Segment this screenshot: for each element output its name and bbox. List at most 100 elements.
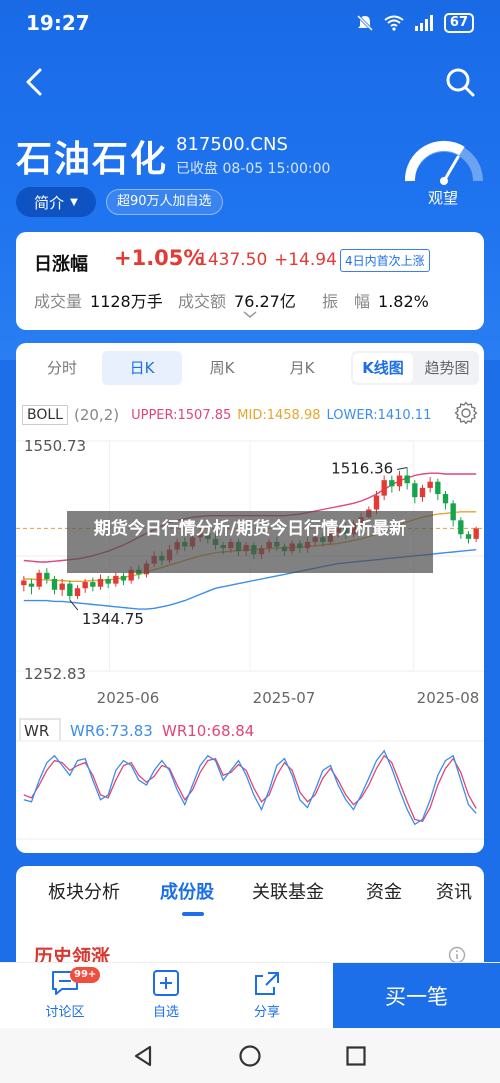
status-time: 19:27 xyxy=(26,11,90,35)
chart-card: 分时 日K 周K 月K K线图 趋势图 BOLL (20,2) UPPER:15… xyxy=(16,343,484,853)
low-annotation-leader xyxy=(69,599,79,611)
nav-home-icon[interactable] xyxy=(238,1044,262,1068)
intro-label: 简介 xyxy=(34,193,65,212)
wr-chart[interactable]: WR WR6:73.83 WR10:68.84 xyxy=(16,711,484,841)
candle xyxy=(44,572,50,579)
tab-constituents[interactable]: 成份股 xyxy=(160,878,214,904)
price-change: +14.94 xyxy=(274,250,337,270)
boll-params: (20,2) xyxy=(73,406,120,424)
candle xyxy=(458,520,464,535)
intro-button[interactable]: 简介 ▼ xyxy=(16,187,96,217)
candle xyxy=(435,481,441,495)
volume-stat: 成交量 1128万手 xyxy=(34,288,163,312)
wr-name: WR xyxy=(24,722,49,740)
change-percent: +1.05% xyxy=(114,246,205,270)
tab-related-funds[interactable]: 关联基金 xyxy=(252,878,324,904)
wifi-icon xyxy=(384,15,404,31)
active-tab-indicator xyxy=(182,912,204,916)
candle xyxy=(36,572,42,587)
candle xyxy=(404,475,410,484)
candle xyxy=(412,483,418,498)
close-time: 已收盘 08-05 15:00:00 xyxy=(176,161,331,177)
candle xyxy=(28,583,35,587)
high-annotation-leader xyxy=(397,467,408,471)
high-annotation: 1516.36 xyxy=(331,460,393,478)
turnover-value: 76.27亿 xyxy=(234,292,296,311)
tab-trend[interactable]: 趋势图 xyxy=(417,353,477,383)
unread-badge: 99+ xyxy=(70,967,101,983)
candle xyxy=(21,580,27,586)
discuss-label: 讨论区 xyxy=(45,1005,85,1020)
candle xyxy=(465,534,472,539)
stock-name: 石油石化 xyxy=(16,139,169,180)
tab-intraday[interactable]: 分时 xyxy=(22,351,102,385)
buy-button[interactable]: 买一笔 xyxy=(333,963,500,1029)
share-button[interactable]: 分享 xyxy=(232,969,302,1020)
chart-mode-toggle: K线图 趋势图 xyxy=(351,351,479,385)
system-nav-bar xyxy=(0,1028,500,1083)
sentiment-label: 观望 xyxy=(428,189,459,207)
tab-monthly-k[interactable]: 月K xyxy=(262,351,342,385)
tab-sector-analysis[interactable]: 板块分析 xyxy=(48,878,120,904)
rise-tag: 4日内首次上涨 xyxy=(340,249,430,272)
boll-mid: MID:1458.98 xyxy=(237,407,321,423)
status-bar: 19:27 67 xyxy=(0,0,500,46)
candle xyxy=(97,578,104,587)
expand-chevron-icon[interactable] xyxy=(242,310,258,320)
candle xyxy=(442,494,449,504)
watchlist-button[interactable]: 自选 xyxy=(131,969,201,1020)
x-tick-label: 2025-06 xyxy=(97,689,160,707)
candle xyxy=(74,588,81,596)
detail-tabs-card: 板块分析 成份股 关联基金 资金 资讯 历史领涨 xyxy=(16,866,484,968)
wr6-line xyxy=(23,749,477,826)
candle xyxy=(419,487,426,498)
candle xyxy=(396,475,403,487)
tab-capital[interactable]: 资金 xyxy=(366,878,402,904)
candle xyxy=(450,503,456,521)
nav-back-icon[interactable] xyxy=(132,1044,156,1068)
turnover-label: 成交额 xyxy=(178,292,227,311)
boll-indicator-name[interactable]: BOLL xyxy=(22,405,68,425)
turnover-stat: 成交额 76.27亿 xyxy=(178,288,296,312)
share-label: 分享 xyxy=(253,1005,280,1020)
watchlist-label: 自选 xyxy=(152,1005,179,1020)
candle xyxy=(389,480,395,487)
boll-legend: BOLL (20,2) UPPER:1507.85 MID:1458.98 LO… xyxy=(22,405,431,425)
share-icon xyxy=(255,972,279,995)
boll-lower: LOWER:1410.11 xyxy=(326,407,432,423)
candle xyxy=(67,583,73,596)
search-icon[interactable] xyxy=(442,64,478,100)
candle xyxy=(113,575,119,584)
tab-weekly-k[interactable]: 周K xyxy=(182,351,262,385)
quote-card: 日涨幅 +1.05% 1437.50 +14.94 4日内首次上涨 成交量 112… xyxy=(16,232,484,330)
candlestick-chart[interactable]: 1550.73 1252.83 1516.36 1344.75 2025-06 2025-… xyxy=(16,431,484,731)
amplitude-value: 1.82% xyxy=(378,292,429,311)
candle xyxy=(381,480,387,496)
caret-down-icon: ▼ xyxy=(70,196,78,208)
candle xyxy=(105,578,111,584)
gear-icon[interactable] xyxy=(454,401,478,425)
tab-news[interactable]: 资讯 xyxy=(436,878,472,904)
amplitude-stat: 振 幅 1.82% xyxy=(322,288,429,312)
candle xyxy=(51,578,58,590)
battery-indicator: 67 xyxy=(443,13,474,33)
candle xyxy=(373,495,380,510)
nav-bar xyxy=(0,56,500,106)
y-tick-label: 1252.83 xyxy=(24,665,86,683)
tab-daily-k[interactable]: 日K xyxy=(102,351,182,385)
period-tabs: 分时 日K 周K 月K K线图 趋势图 xyxy=(16,351,484,387)
back-arrow-icon[interactable] xyxy=(18,64,54,100)
discuss-button[interactable]: 讨论区 99+ xyxy=(30,967,101,1020)
mute-bell-icon xyxy=(356,14,373,32)
wr6-legend: WR6:73.83 xyxy=(70,722,153,740)
current-price: 1437.50 xyxy=(197,250,268,270)
tab-kline[interactable]: K线图 xyxy=(353,353,413,383)
daily-change-label: 日涨幅 xyxy=(34,254,88,275)
add-square-icon xyxy=(153,970,179,996)
volume-label: 成交量 xyxy=(34,292,83,311)
nav-recents-icon[interactable] xyxy=(344,1044,368,1068)
footer-bar: 讨论区 99+ 自选 分享 买一笔 xyxy=(0,962,500,1029)
wr10-legend: WR10:68.84 xyxy=(162,722,254,740)
sentiment-gauge-icon xyxy=(405,140,483,185)
volume-value: 1128万手 xyxy=(90,292,163,311)
